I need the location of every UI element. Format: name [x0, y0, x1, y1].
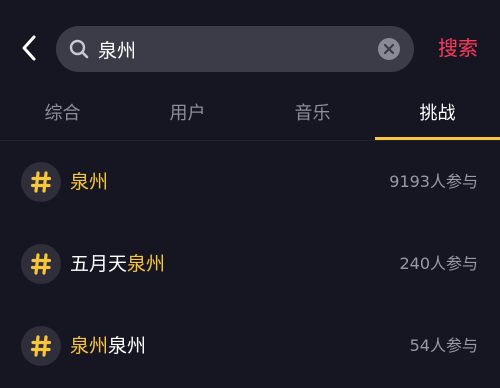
- search-input[interactable]: [98, 26, 368, 72]
- title-highlight: 泉州: [70, 335, 109, 357]
- participant-count: 240人参与: [399, 254, 478, 273]
- tab-bar: 综合 用户 音乐 挑战: [0, 96, 500, 141]
- search-icon: [69, 39, 89, 59]
- search-box[interactable]: [56, 26, 414, 72]
- top-bar: 搜索: [0, 0, 500, 96]
- list-item[interactable]: 泉州 9193人参与: [0, 141, 500, 223]
- hashtag-icon: [21, 326, 61, 366]
- participant-count: 54人参与: [409, 336, 478, 355]
- title-highlight: 泉州: [127, 253, 166, 275]
- tab-music[interactable]: 音乐: [250, 96, 375, 140]
- tab-comprehensive[interactable]: 综合: [0, 96, 125, 140]
- tab-users[interactable]: 用户: [125, 96, 250, 140]
- title-suffix: 泉州: [108, 335, 147, 357]
- challenge-results-list: 泉州 9193人参与 五月天泉州 240人参与 泉州泉州 54人参与: [0, 141, 500, 387]
- back-button[interactable]: [14, 30, 44, 66]
- list-item[interactable]: 泉州泉州 54人参与: [0, 305, 500, 387]
- challenge-title: 泉州泉州: [70, 305, 146, 387]
- clear-icon: [383, 43, 395, 55]
- tab-challenges[interactable]: 挑战: [375, 96, 500, 140]
- challenge-title: 泉州: [70, 141, 108, 223]
- challenge-title: 五月天泉州: [70, 223, 165, 305]
- clear-search-button[interactable]: [378, 38, 400, 60]
- title-prefix: 五月天: [70, 253, 128, 275]
- search-button[interactable]: 搜索: [432, 30, 484, 66]
- title-highlight: 泉州: [70, 171, 109, 193]
- hashtag-icon: [21, 244, 61, 284]
- list-item[interactable]: 五月天泉州 240人参与: [0, 223, 500, 305]
- participant-count: 9193人参与: [389, 172, 478, 191]
- chevron-left-icon: [22, 35, 36, 61]
- hashtag-icon: [21, 162, 61, 202]
